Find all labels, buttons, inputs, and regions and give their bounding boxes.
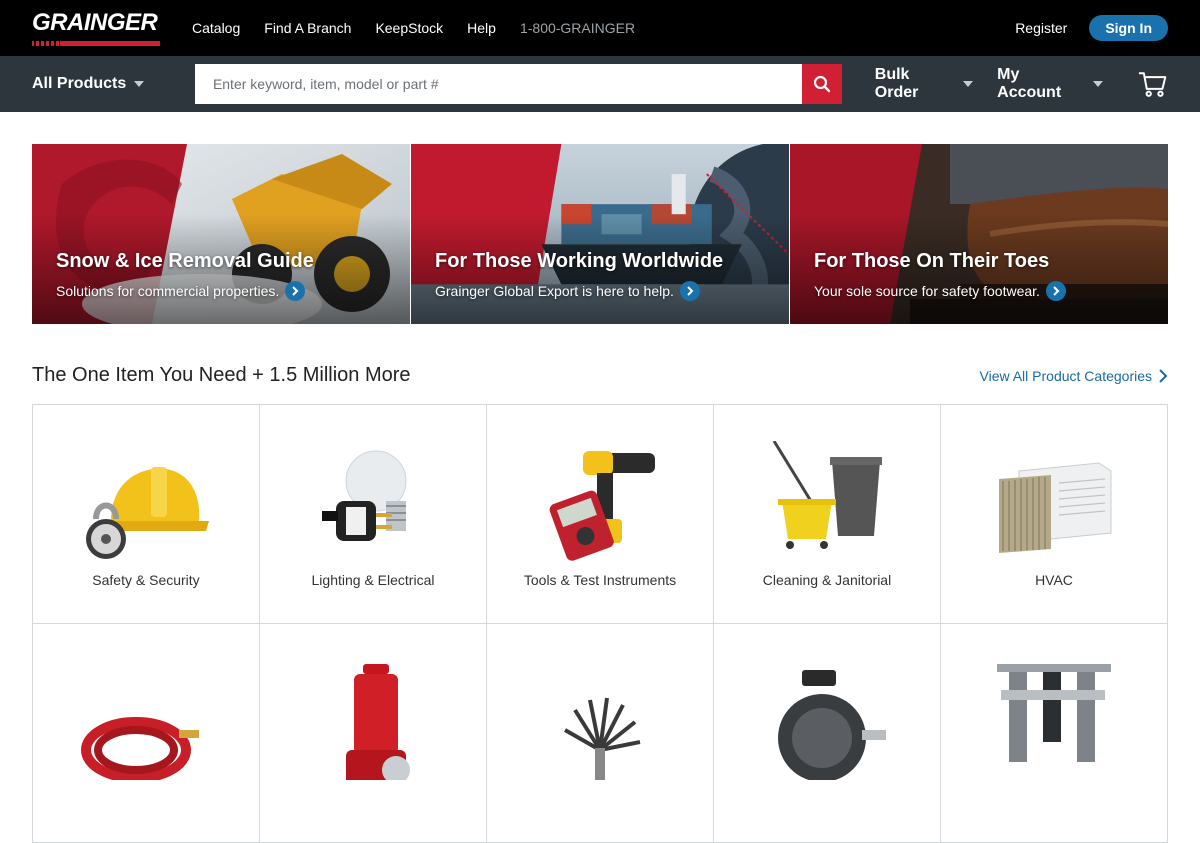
chevron-right-icon[interactable] <box>1045 281 1066 301</box>
category-label: Cleaning & Janitorial <box>762 572 892 588</box>
banner-footwear[interactable]: For Those On Their Toes Your sole source… <box>790 144 1168 324</box>
promo-banners: Snow & Ice Removal Guide Solutions for c… <box>32 144 1168 324</box>
section-title: The One Item You Need + 1.5 Million More <box>32 364 411 386</box>
logo-wordmark: GRAINGER <box>32 9 158 36</box>
category-brush[interactable] <box>487 624 714 843</box>
mop-bucket-icon <box>772 441 882 549</box>
sign-in-button[interactable]: Sign In <box>1089 15 1168 41</box>
hose-icon <box>81 717 199 780</box>
bulk-order-menu[interactable]: Bulk Order <box>875 66 974 102</box>
category-label: HVAC <box>1035 572 1073 588</box>
banner-title: For Those On Their Toes <box>814 250 1050 272</box>
search-button[interactable] <box>801 64 842 104</box>
category-label: Tools & Test Instruments <box>523 572 677 588</box>
category-lighting-electrical[interactable]: Lighting & Electrical <box>260 405 487 624</box>
hard-hat-padlock-icon <box>86 467 209 559</box>
filter-regulator-icon <box>997 664 1111 762</box>
banner-title: Snow & Ice Removal Guide <box>56 250 314 272</box>
banner-subtitle: Your sole source for safety footwear. <box>814 283 1040 299</box>
banner-title: For Those Working Worldwide <box>435 250 724 272</box>
pump-icon <box>346 664 410 780</box>
air-conditioner-icon <box>999 462 1112 553</box>
category-label: Safety & Security <box>92 572 200 588</box>
brush-icon <box>564 697 641 780</box>
bulb-plug-icon <box>322 450 407 541</box>
nav-catalog[interactable]: Catalog <box>192 20 240 36</box>
category-pump[interactable] <box>260 624 487 843</box>
grainger-logo[interactable]: GRAINGER <box>32 9 164 46</box>
caret-down-icon <box>963 81 974 87</box>
search-icon <box>813 75 830 93</box>
motor-icon <box>778 670 886 780</box>
search-row: All Products Bulk Order My Account <box>0 56 1200 112</box>
caret-down-icon <box>1092 81 1103 87</box>
chevron-right-icon <box>1159 368 1168 383</box>
chevron-right-icon[interactable] <box>679 281 700 301</box>
my-account-menu[interactable]: My Account <box>997 66 1103 102</box>
category-cleaning-janitorial[interactable]: Cleaning & Janitorial <box>714 405 941 624</box>
search-input[interactable] <box>194 64 802 104</box>
category-label: Lighting & Electrical <box>311 572 435 588</box>
top-bar: GRAINGER Catalog Find A Branch KeepStock… <box>0 0 1200 56</box>
banner-subtitle: Solutions for commercial properties. <box>56 283 280 299</box>
caret-down-icon <box>134 81 145 87</box>
category-hvac[interactable]: HVAC <box>941 405 1168 624</box>
nav-keepstock[interactable]: KeepStock <box>375 20 443 36</box>
phone-number[interactable]: 1-800-GRAINGER <box>520 20 635 36</box>
nav-help[interactable]: Help <box>467 20 496 36</box>
banner-snow-ice[interactable]: Snow & Ice Removal Guide Solutions for c… <box>32 144 410 324</box>
all-products-menu[interactable]: All Products <box>32 75 195 93</box>
nav-find-a-branch[interactable]: Find A Branch <box>264 20 351 36</box>
category-motor[interactable] <box>714 624 941 843</box>
banner-worldwide[interactable]: For Those Working Worldwide Grainger Glo… <box>411 144 789 324</box>
view-all-categories-link[interactable]: View All Product Categories <box>980 368 1169 384</box>
categories-header: The One Item You Need + 1.5 Million More… <box>32 364 1168 387</box>
all-products-label: All Products <box>32 75 127 92</box>
top-nav: Catalog Find A Branch KeepStock Help 1-8… <box>192 20 635 36</box>
search-box <box>194 64 842 104</box>
category-filter-regulator[interactable] <box>941 624 1168 843</box>
register-link[interactable]: Register <box>1015 20 1067 36</box>
banner-subtitle: Grainger Global Export is here to help. <box>435 283 674 299</box>
category-safety-security[interactable]: Safety & Security <box>33 405 260 624</box>
category-tools-test[interactable]: Tools & Test Instruments <box>487 405 714 624</box>
category-hose[interactable] <box>33 624 260 843</box>
drill-multimeter-icon <box>549 451 655 561</box>
category-grid: Safety & Security Lighting & Electrical <box>32 404 1168 843</box>
chevron-right-icon[interactable] <box>285 281 306 301</box>
cart-icon[interactable] <box>1137 68 1168 100</box>
